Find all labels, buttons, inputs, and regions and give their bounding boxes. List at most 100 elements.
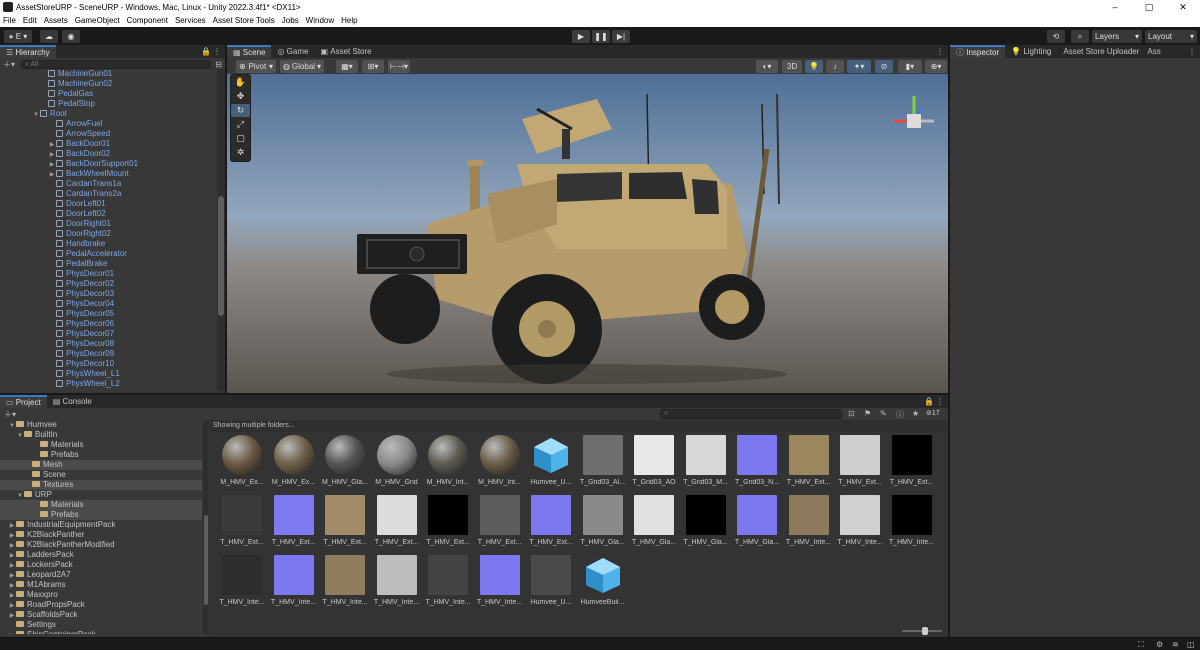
asset-item[interactable]: T_Grid03_M... bbox=[682, 435, 730, 486]
2d-toggle[interactable]: 3D bbox=[782, 60, 802, 73]
move-tool-button[interactable]: ✥ bbox=[231, 90, 250, 103]
chevron-down-icon[interactable]: ▼ bbox=[16, 431, 24, 441]
layers-dropdown[interactable]: Layers ▾ bbox=[1092, 30, 1142, 43]
effects-dropdown[interactable]: ✦▾ bbox=[847, 60, 871, 73]
hierarchy-item[interactable]: DoorLeft02 bbox=[0, 209, 216, 219]
asset-item[interactable]: T_HMV_Ext... bbox=[218, 495, 266, 546]
asset-item[interactable]: M_HMV_Int... bbox=[476, 435, 524, 486]
project-tree-scrollbar[interactable] bbox=[203, 420, 209, 634]
tab-project[interactable]: ▭ Project bbox=[0, 395, 47, 408]
asset-item[interactable]: M_HMV_Grid bbox=[373, 435, 421, 486]
hierarchy-item[interactable]: ▶ BackWheelMount bbox=[0, 169, 216, 179]
hierarchy-item[interactable]: PhysDecor10 bbox=[0, 359, 216, 369]
more-menu-icon[interactable]: ⋮ bbox=[936, 47, 944, 56]
project-folder-item[interactable]: ▼ BuiltIn bbox=[0, 430, 202, 440]
undo-history-button[interactable]: ⟲ bbox=[1047, 30, 1065, 43]
asset-item[interactable]: T_HMV_Ext... bbox=[424, 495, 472, 546]
scrollbar-thumb[interactable] bbox=[218, 196, 224, 316]
search-by-type-icon[interactable]: ⊡ bbox=[848, 409, 855, 418]
scene-viewport[interactable]: ✋ ✥ ↻ ⤢ ▢ ✲ bbox=[227, 74, 948, 393]
tab-asset-store[interactable]: ▣ Asset Store bbox=[314, 45, 377, 58]
layout-dropdown[interactable]: Layout ▾ bbox=[1145, 30, 1197, 43]
asset-item[interactable]: T_Grid03_AO bbox=[630, 435, 678, 486]
hierarchy-item[interactable]: PhysDecor04 bbox=[0, 299, 216, 309]
hierarchy-item[interactable]: PhysDecor01 bbox=[0, 269, 216, 279]
asset-item[interactable]: T_HMV_Inte... bbox=[785, 495, 833, 546]
tab-console[interactable]: ▤ Console bbox=[47, 395, 98, 408]
search-by-label-icon[interactable]: ⚑ bbox=[864, 409, 871, 418]
lighting-toggle[interactable]: 💡 bbox=[805, 60, 823, 73]
hierarchy-item[interactable]: ▶ BackDoor02 bbox=[0, 149, 216, 159]
tab-asset-store-uploader[interactable]: Asset Store Uploader bbox=[1057, 45, 1145, 58]
hierarchy-item[interactable]: ArrowSpeed bbox=[0, 129, 216, 139]
gizmos-dropdown[interactable]: ⊕▾ bbox=[925, 60, 947, 73]
maximize-button[interactable]: ▢ bbox=[1132, 2, 1166, 13]
hierarchy-item[interactable]: Handbrake bbox=[0, 239, 216, 249]
progress-icon[interactable]: ≋ bbox=[1172, 640, 1179, 649]
search-filter-icon[interactable]: ⊟ bbox=[215, 60, 222, 69]
hierarchy-item[interactable]: MachineGun01 bbox=[0, 69, 216, 79]
asset-item[interactable]: T_HMV_Ext... bbox=[476, 495, 524, 546]
asset-item[interactable]: T_HMV_Inte... bbox=[424, 555, 472, 606]
collab-button[interactable]: ◉ bbox=[62, 30, 80, 43]
visibility-toggle[interactable]: ⊘ bbox=[875, 60, 893, 73]
hierarchy-item[interactable]: CardanTrans1a bbox=[0, 179, 216, 189]
hierarchy-item[interactable]: PhysDecor07 bbox=[0, 329, 216, 339]
favorite-icon[interactable]: ✎ bbox=[880, 409, 887, 418]
project-folder-item[interactable]: Materials bbox=[0, 500, 202, 510]
hierarchy-item[interactable]: PhysDecor05 bbox=[0, 309, 216, 319]
ruler-button[interactable]: ⊢⊣▾ bbox=[388, 60, 410, 73]
asset-item[interactable]: T_HMV_Inte... bbox=[476, 555, 524, 606]
hierarchy-item[interactable]: PedalAccelerator bbox=[0, 249, 216, 259]
hierarchy-item[interactable]: DoorRight01 bbox=[0, 219, 216, 229]
chevron-down-icon[interactable]: ▼ bbox=[16, 491, 24, 501]
asset-item[interactable]: T_HMV_Ext... bbox=[373, 495, 421, 546]
project-folder-item[interactable]: Materials bbox=[0, 440, 202, 450]
asset-item[interactable]: Humvee_U... bbox=[527, 555, 575, 606]
project-folder-item[interactable]: Mesh bbox=[0, 460, 202, 470]
camera-dropdown[interactable]: ▮▾ bbox=[898, 60, 922, 73]
asset-item[interactable]: T_HMV_Inte... bbox=[270, 555, 318, 606]
project-folder-item[interactable]: ▶ LaddersPack bbox=[0, 550, 202, 560]
asset-item[interactable]: T_HMV_Ext... bbox=[888, 435, 936, 486]
asset-item[interactable]: T_HMV_Inte... bbox=[321, 555, 369, 606]
hierarchy-item[interactable]: PhysDecor03 bbox=[0, 289, 216, 299]
lock-icon[interactable]: 🔒 bbox=[924, 397, 934, 406]
asset-item[interactable]: T_Grid03_N... bbox=[733, 435, 781, 486]
menu-assets[interactable]: Assets bbox=[44, 16, 68, 25]
hierarchy-item[interactable]: PhysDecor02 bbox=[0, 279, 216, 289]
account-dropdown[interactable]: ● E ▾ bbox=[4, 30, 32, 43]
menu-jobs[interactable]: Jobs bbox=[282, 16, 299, 25]
hand-tool-button[interactable]: ✋ bbox=[231, 76, 250, 89]
asset-item[interactable]: T_HMV_Gla... bbox=[733, 495, 781, 546]
more-menu-icon[interactable]: ⋮ bbox=[1188, 47, 1196, 56]
asset-item[interactable]: HumveeBuil... bbox=[579, 555, 627, 606]
hierarchy-item[interactable]: MachineGun02 bbox=[0, 79, 216, 89]
project-folder-item[interactable]: ▶ IndustrialEquipmentPack bbox=[0, 520, 202, 530]
hierarchy-search-input[interactable]: ⌕ All bbox=[21, 59, 212, 69]
grid-snap-button[interactable]: ▦▾ bbox=[336, 60, 358, 73]
hierarchy-item[interactable]: CardanTrans2a bbox=[0, 189, 216, 199]
scrollbar-thumb[interactable] bbox=[204, 515, 208, 605]
close-button[interactable]: ✕ bbox=[1166, 2, 1200, 13]
asset-item[interactable]: M_HMV_Ex... bbox=[270, 435, 318, 486]
pivot-dropdown[interactable]: ⊕ Pivot ▾ bbox=[236, 60, 276, 73]
project-search-input[interactable]: ⌕ bbox=[660, 409, 842, 419]
more-menu-icon[interactable]: ⋮ bbox=[936, 397, 944, 406]
rotate-tool-button[interactable]: ↻ bbox=[231, 104, 250, 117]
menu-asset-store-tools[interactable]: Asset Store Tools bbox=[213, 16, 275, 25]
play-button[interactable]: ▶ bbox=[572, 30, 590, 43]
asset-item[interactable]: Humvee_U... bbox=[527, 435, 575, 486]
audio-toggle[interactable]: ♪ bbox=[826, 60, 844, 73]
project-folder-item[interactable]: ▶ Maxxpro bbox=[0, 590, 202, 600]
menu-edit[interactable]: Edit bbox=[23, 16, 37, 25]
hierarchy-item[interactable]: DoorLeft01 bbox=[0, 199, 216, 209]
asset-item[interactable]: T_HMV_Inte... bbox=[373, 555, 421, 606]
asset-item[interactable]: T_HMV_Ext... bbox=[785, 435, 833, 486]
tab-hierarchy[interactable]: ☰ Hierarchy bbox=[0, 45, 56, 58]
hierarchy-item[interactable]: PhysDecor06 bbox=[0, 319, 216, 329]
hierarchy-item[interactable]: PedalStop bbox=[0, 99, 216, 109]
tab-game[interactable]: ◎ Game bbox=[271, 45, 314, 58]
search-button[interactable]: ⌕ bbox=[1071, 30, 1089, 43]
asset-item[interactable]: T_HMV_Inte... bbox=[888, 495, 936, 546]
